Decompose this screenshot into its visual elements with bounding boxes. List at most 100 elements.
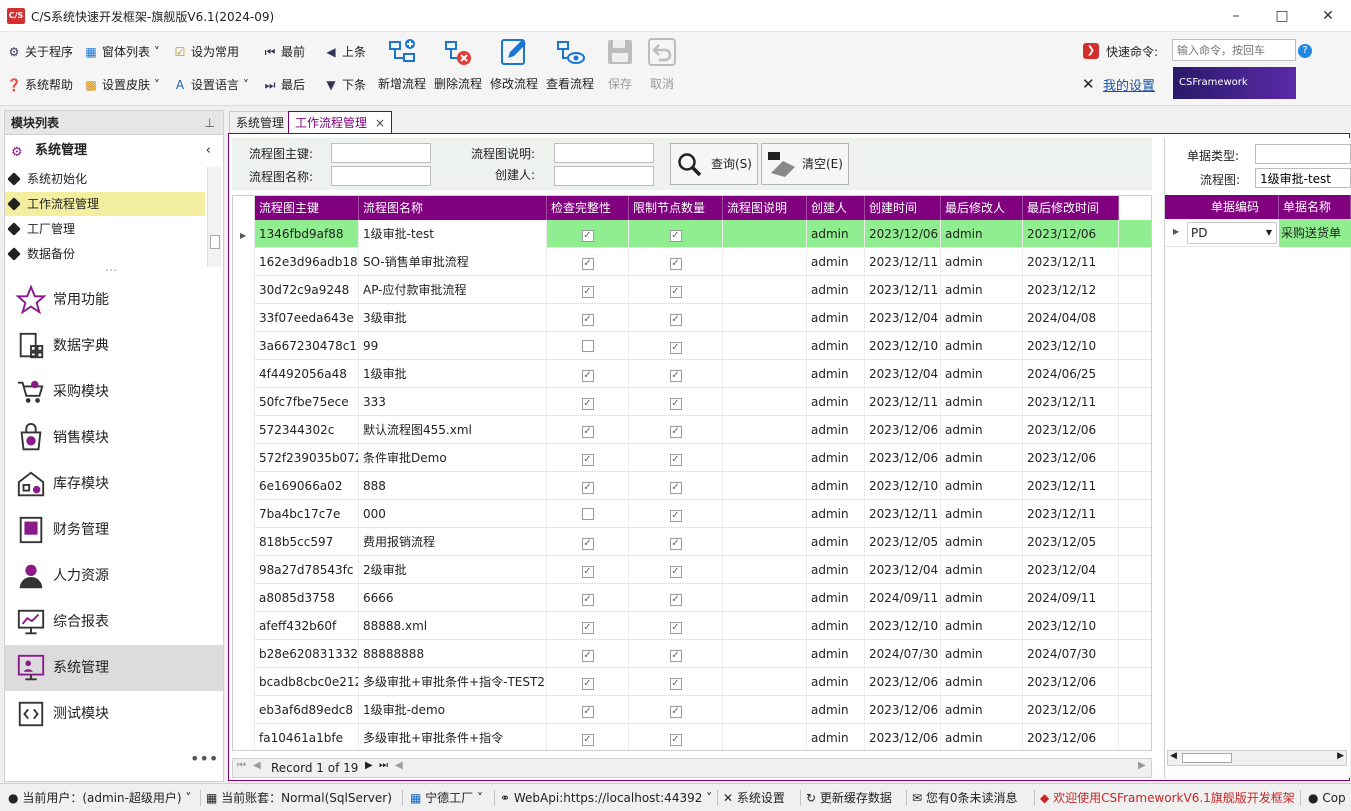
tree-item-workflow[interactable]: 工作流程管理: [5, 192, 205, 216]
limit-nodes-checkbox[interactable]: ✓: [629, 248, 723, 276]
view-flow-button[interactable]: 查看流程: [542, 36, 598, 102]
nav-test[interactable]: 测试模块: [5, 691, 223, 737]
table-row[interactable]: 33f07eeda643e 3级审批 ✓ ✓ admin 2023/12/04 admin 2…: [233, 304, 1151, 332]
refresh-cache-button[interactable]: ↻ 更新缓存数据: [806, 789, 892, 807]
splitter-grip[interactable]: ⋯: [105, 263, 117, 277]
delete-flow-button[interactable]: 删除流程: [430, 36, 486, 102]
limit-nodes-checkbox[interactable]: ✓: [629, 416, 723, 444]
cancel-button[interactable]: 取消: [634, 36, 690, 102]
integrity-checkbox[interactable]: ✓: [547, 556, 629, 584]
limit-nodes-checkbox[interactable]: ✓: [629, 528, 723, 556]
integrity-checkbox[interactable]: ✓: [547, 248, 629, 276]
doc-code-select[interactable]: PD ▼: [1187, 222, 1277, 244]
limit-nodes-checkbox[interactable]: ✓: [629, 500, 723, 528]
col-modified[interactable]: 最后修改时间: [1023, 196, 1119, 220]
nav-system[interactable]: 系统管理: [5, 645, 223, 691]
nav-prev-icon[interactable]: ◀: [253, 760, 261, 771]
creator-input[interactable]: [554, 166, 654, 186]
tree-item-factory[interactable]: 工厂管理: [5, 217, 205, 241]
table-row[interactable]: eb3af6d89edc8 1级审批-demo ✓ ✓ admin 2023/12/06 a…: [233, 696, 1151, 724]
nav-inventory[interactable]: 库存模块: [5, 461, 223, 507]
table-row[interactable]: 818b5cc597 费用报销流程 ✓ ✓ admin 2023/12/05 admin 20…: [233, 528, 1151, 556]
module-group-title[interactable]: ⚙ 系统管理 ‹: [5, 139, 223, 163]
clear-button[interactable]: 清空(E): [761, 143, 849, 185]
name-input[interactable]: [331, 166, 431, 186]
current-user[interactable]: ● 当前用户：(admin-超级用户) ˅: [8, 789, 191, 807]
maximize-button[interactable]: □: [1259, 0, 1305, 32]
row-indicator[interactable]: [233, 444, 255, 472]
limit-nodes-checkbox[interactable]: ✓: [629, 276, 723, 304]
table-row[interactable]: 50fc7fbe75ece 333 ✓ ✓ admin 2023/12/11 admin 20…: [233, 388, 1151, 416]
integrity-checkbox[interactable]: [547, 332, 629, 360]
right-hscrollbar[interactable]: ◀ ▶: [1167, 750, 1347, 766]
help-button[interactable]: ❓ 系统帮助: [6, 74, 74, 96]
nav-common[interactable]: 常用功能: [5, 277, 223, 323]
integrity-checkbox[interactable]: ✓: [547, 304, 629, 332]
col-doc-name[interactable]: 单据名称: [1279, 195, 1351, 219]
limit-nodes-checkbox[interactable]: ✓: [629, 668, 723, 696]
limit-nodes-checkbox[interactable]: ✓: [629, 584, 723, 612]
row-indicator[interactable]: [233, 276, 255, 304]
limit-nodes-checkbox[interactable]: ✓: [629, 612, 723, 640]
nav-reports[interactable]: 综合报表: [5, 599, 223, 645]
skin-button[interactable]: ▩ 设置皮肤 ˅: [83, 74, 160, 96]
integrity-checkbox[interactable]: ✓: [547, 724, 629, 750]
row-indicator[interactable]: [233, 528, 255, 556]
col-key[interactable]: 流程图主键: [255, 196, 359, 220]
integrity-checkbox[interactable]: ✓: [547, 276, 629, 304]
table-row[interactable]: fa10461a1bfe 多级审批+审批条件+指令 ✓ ✓ admin 2023/12/0…: [233, 724, 1151, 750]
table-row[interactable]: 3a667230478c1 99 ✓ admin 2023/12/10 admin 2023…: [233, 332, 1151, 360]
integrity-checkbox[interactable]: ✓: [547, 472, 629, 500]
pin-icon[interactable]: ⊥: [205, 111, 215, 135]
table-row[interactable]: 572f239035b072 条件审批Demo ✓ ✓ admin 2023/12/06 a…: [233, 444, 1151, 472]
about-button[interactable]: ⚙ 关于程序: [6, 41, 73, 63]
row-indicator[interactable]: [233, 388, 255, 416]
right-grid-row[interactable]: ▶ PD ▼ 采购送货单: [1165, 219, 1351, 247]
window-list-button[interactable]: ▦ 窗体列表 ˅: [83, 41, 160, 63]
table-row[interactable]: afeff432b60f 88888.xml ✓ ✓ admin 2023/12/10 ad…: [233, 612, 1151, 640]
desc-input[interactable]: [554, 143, 654, 163]
nav-finance[interactable]: 财务管理: [5, 507, 223, 553]
row-indicator[interactable]: [233, 556, 255, 584]
collapse-icon[interactable]: ‹: [206, 139, 211, 163]
table-row[interactable]: 6e169066a02 888 ✓ ✓ admin 2023/12/10 admin 2023…: [233, 472, 1151, 500]
webapi-status[interactable]: ⚭ WebApi:https://localhost:44392 ˅: [500, 789, 712, 807]
nav-purchase[interactable]: 采购模块: [5, 369, 223, 415]
close-button[interactable]: ✕: [1305, 0, 1351, 32]
table-row[interactable]: a8085d3758 6666 ✓ ✓ admin 2024/09/11 admin 2024…: [233, 584, 1151, 612]
limit-nodes-checkbox[interactable]: ✓: [629, 696, 723, 724]
col-check[interactable]: 检查完整性: [547, 196, 629, 220]
language-button[interactable]: A 设置语言 ˅: [172, 74, 249, 96]
table-row[interactable]: ▶ 1346fbd9af88 1级审批-test ✓ ✓ admin 2023/12/06 a…: [233, 220, 1151, 248]
row-indicator[interactable]: [233, 472, 255, 500]
table-row[interactable]: bcadb8cbc0e212 多级审批+审批条件+指令-TEST2 ✓ ✓ admin 2…: [233, 668, 1151, 696]
nav-next-icon[interactable]: ▶: [365, 760, 373, 771]
flow-input[interactable]: [1255, 168, 1351, 188]
factory-selector[interactable]: ▦ 宁德工厂 ˅: [410, 789, 483, 807]
row-indicator[interactable]: [233, 584, 255, 612]
integrity-checkbox[interactable]: [547, 500, 629, 528]
integrity-checkbox[interactable]: ✓: [547, 416, 629, 444]
limit-nodes-checkbox[interactable]: ✓: [629, 332, 723, 360]
key-input[interactable]: [331, 143, 431, 163]
row-indicator[interactable]: [233, 724, 255, 750]
integrity-checkbox[interactable]: ✓: [547, 220, 629, 248]
integrity-checkbox[interactable]: ✓: [547, 584, 629, 612]
col-creator[interactable]: 创建人: [807, 196, 865, 220]
set-common-button[interactable]: ☑ 设为常用: [172, 41, 239, 63]
col-desc[interactable]: 流程图说明: [723, 196, 807, 220]
quick-cmd-input[interactable]: [1172, 39, 1296, 61]
row-indicator[interactable]: ▶: [233, 220, 255, 248]
tab-close-icon[interactable]: ×: [375, 112, 385, 134]
minimize-button[interactable]: –: [1213, 0, 1259, 32]
table-row[interactable]: b28e620831332f 88888888 ✓ ✓ admin 2024/07/30 a…: [233, 640, 1151, 668]
col-limit[interactable]: 限制节点数量: [629, 196, 723, 220]
row-indicator[interactable]: [233, 500, 255, 528]
prev-record-button[interactable]: ◀ 上条: [323, 41, 366, 63]
tab-system-management[interactable]: 系统管理: [229, 111, 292, 134]
integrity-checkbox[interactable]: ✓: [547, 640, 629, 668]
row-indicator[interactable]: [233, 612, 255, 640]
tab-workflow-management[interactable]: 工作流程管理 ×: [288, 111, 393, 134]
nav-last-icon[interactable]: ⏭: [379, 760, 388, 771]
edit-flow-button[interactable]: 修改流程: [486, 36, 542, 102]
